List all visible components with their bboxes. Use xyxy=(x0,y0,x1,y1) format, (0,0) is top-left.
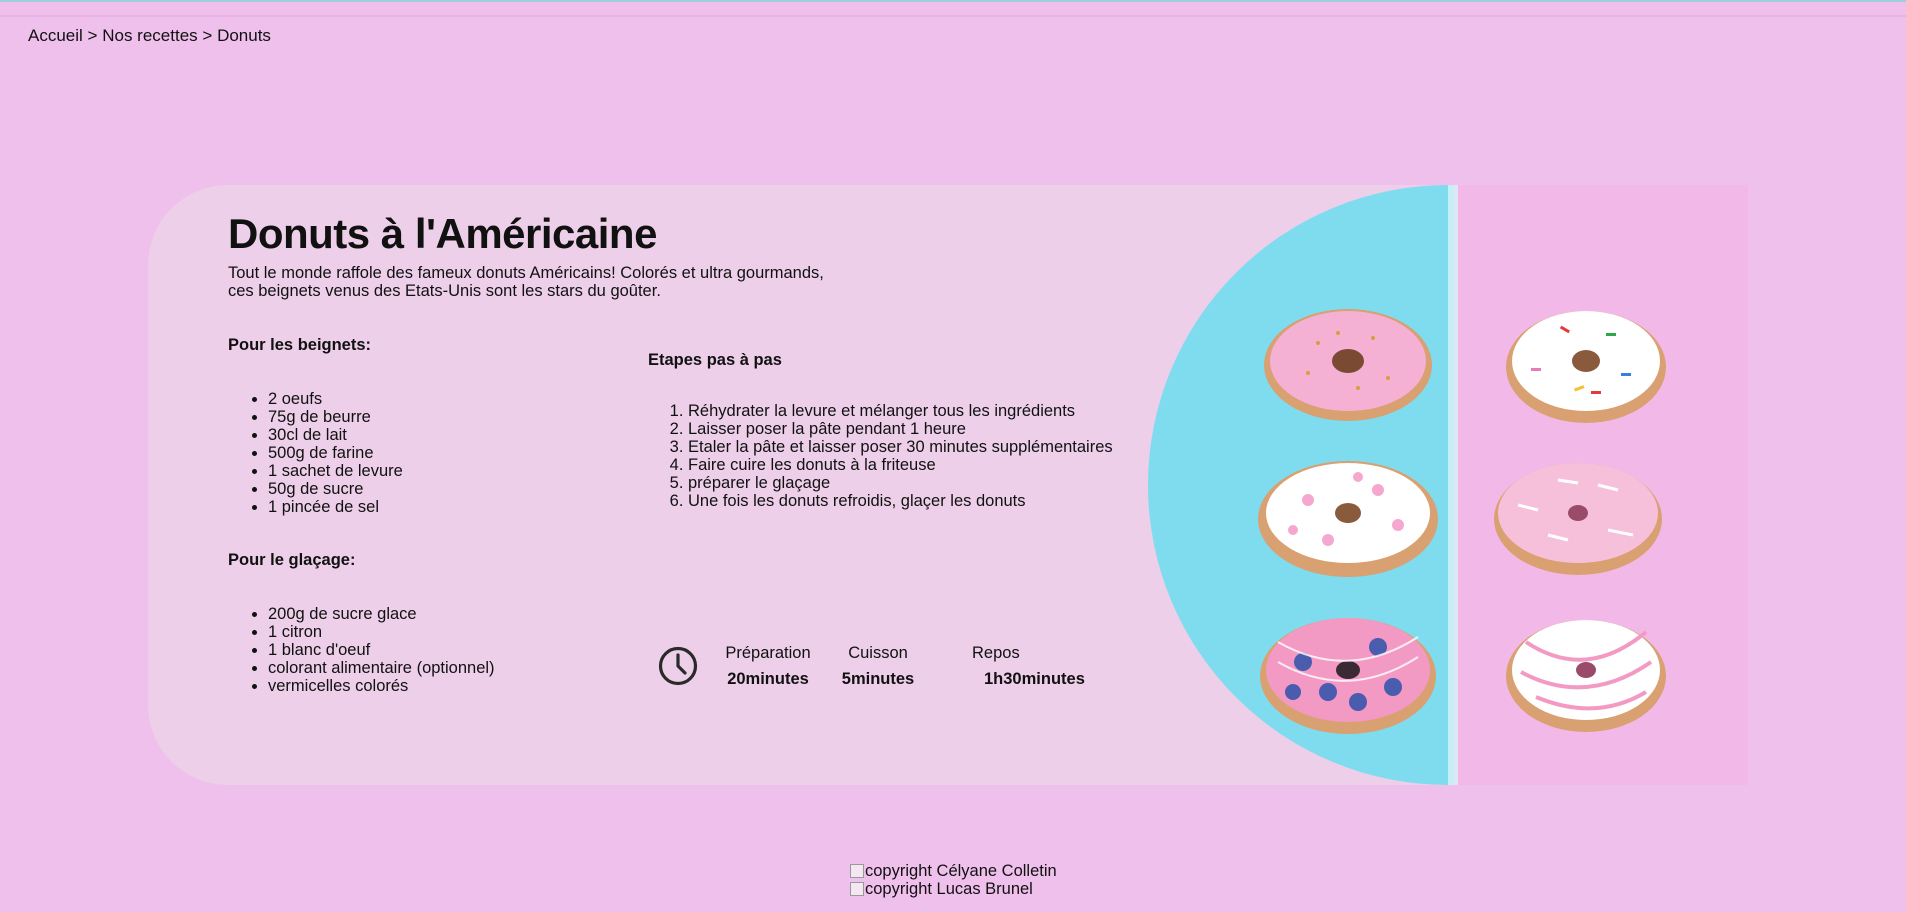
credit-image-1: copyright Célyane Colletin xyxy=(850,862,1057,880)
list-item: 200g de sucre glace xyxy=(268,605,495,623)
step-item: Réhydrater la levure et mélanger tous le… xyxy=(688,402,1113,420)
preparation-time: Préparation 20minutes xyxy=(718,644,818,689)
breadcrumb-separator: > xyxy=(202,26,213,45)
intro-line: ces beignets venus des Etats-Unis sont l… xyxy=(228,282,661,300)
breadcrumb: Accueil > Nos recettes > Donuts xyxy=(28,26,271,46)
list-item: 1 pincée de sel xyxy=(268,498,403,516)
list-item: 2 oeufs xyxy=(268,390,403,408)
glacage-list: 200g de sucre glace 1 citron 1 blanc d'o… xyxy=(228,605,495,695)
breadcrumb-separator: > xyxy=(87,26,98,45)
cuisson-label: Cuisson xyxy=(848,644,908,662)
list-item: vermicelles colorés xyxy=(268,677,495,695)
preparation-label: Préparation xyxy=(725,644,811,662)
donuts-photo xyxy=(1148,185,1748,785)
list-item: 75g de beurre xyxy=(268,408,403,426)
step-item: Une fois les donuts refroidis, glaçer le… xyxy=(688,492,1113,510)
list-item: 50g de sucre xyxy=(268,480,403,498)
list-item: colorant alimentaire (optionnel) xyxy=(268,659,495,677)
glacage-heading: Pour le glaçage: xyxy=(228,551,356,569)
repos-time: Repos 1h30minutes xyxy=(958,644,1085,689)
recipe-title: Donuts à l'Américaine xyxy=(228,210,657,257)
beignets-heading: Pour les beignets: xyxy=(228,336,372,354)
breadcrumb-current: Donuts xyxy=(217,26,271,45)
credit-image-2: copyright Lucas Brunel xyxy=(850,880,1057,898)
cuisson-time: Cuisson 5minutes xyxy=(838,644,918,689)
beignets-list: 2 oeufs 75g de beurre 30cl de lait 500g … xyxy=(228,390,403,516)
repos-label: Repos xyxy=(972,644,1020,662)
credit-text: copyright Lucas Brunel xyxy=(865,880,1033,898)
list-item: 30cl de lait xyxy=(268,426,403,444)
step-item: préparer le glaçage xyxy=(688,474,1113,492)
list-item: 1 citron xyxy=(268,623,495,641)
breadcrumb-recipes-link[interactable]: Nos recettes xyxy=(102,26,197,45)
recipe-intro: Tout le monde raffole des fameux donuts … xyxy=(228,264,848,300)
intro-line: Tout le monde raffole des fameux donuts … xyxy=(228,264,824,282)
step-item: Laisser poser la pâte pendant 1 heure xyxy=(688,420,1113,438)
broken-image-icon xyxy=(850,882,864,896)
footer-credits: copyright Célyane Colletin copyright Luc… xyxy=(850,862,1057,898)
step-item: Faire cuire les donuts à la friteuse xyxy=(688,456,1113,474)
steps-heading: Etapes pas à pas xyxy=(648,351,782,369)
list-item: 1 blanc d'oeuf xyxy=(268,641,495,659)
list-item: 1 sachet de levure xyxy=(268,462,403,480)
cuisson-value: 5minutes xyxy=(841,670,915,688)
broken-image-icon xyxy=(850,864,864,878)
list-item: 500g de farine xyxy=(268,444,403,462)
breadcrumb-home-link[interactable]: Accueil xyxy=(28,26,83,45)
preparation-value: 20minutes xyxy=(727,670,809,688)
repos-value: 1h30minutes xyxy=(984,670,1085,688)
top-border xyxy=(0,0,1906,2)
steps-list: Réhydrater la levure et mélanger tous le… xyxy=(648,402,1113,510)
step-item: Etaler la pâte et laisser poser 30 minut… xyxy=(688,438,1113,456)
header-divider xyxy=(0,15,1906,17)
credit-text: copyright Célyane Colletin xyxy=(865,862,1057,880)
clock-icon xyxy=(658,646,698,686)
